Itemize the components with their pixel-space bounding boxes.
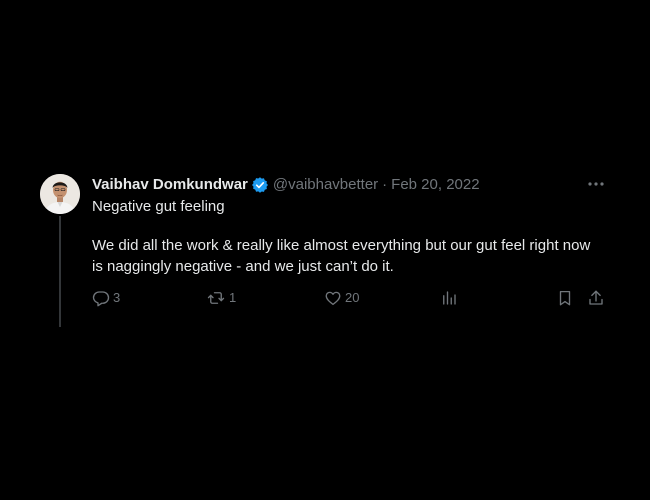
retweet-icon [206, 289, 226, 307]
avatar[interactable] [40, 174, 80, 214]
more-icon[interactable] [584, 174, 608, 194]
display-name[interactable]: Vaibhav Domkundwar [92, 175, 248, 195]
tweet-text-line: We did all the work & really like almost… [92, 237, 591, 254]
bookmark-icon [556, 289, 574, 307]
bookmark-button[interactable] [556, 288, 574, 308]
like-count: 20 [345, 290, 360, 305]
retweet-button[interactable]: 1 [206, 288, 236, 308]
reply-count: 3 [113, 290, 121, 305]
tweet-date[interactable]: Feb 20, 2022 [391, 175, 479, 195]
share-icon [587, 289, 605, 307]
tweet[interactable]: Vaibhav Domkundwar @vaibhavbetter · Feb … [0, 0, 650, 500]
header-separator: · [382, 176, 388, 193]
verified-icon [251, 176, 269, 194]
like-button[interactable]: 20 [324, 288, 359, 308]
like-icon [324, 289, 342, 307]
thread-line [59, 216, 61, 327]
views-button[interactable] [440, 288, 458, 308]
views-icon [440, 289, 458, 307]
tweet-text-line: is naggingly negative - and we just can’… [92, 258, 394, 275]
share-button[interactable] [587, 288, 605, 308]
tweet-actions: 3 1 20 [92, 288, 612, 308]
user-handle[interactable]: @vaibhavbetter [273, 175, 378, 195]
tweet-header: Vaibhav Domkundwar @vaibhavbetter · Feb … [92, 175, 480, 195]
reply-button[interactable]: 3 [92, 288, 120, 308]
reply-icon [92, 289, 110, 307]
retweet-count: 1 [229, 290, 237, 305]
tweet-text-line: Negative gut feeling [92, 198, 225, 215]
